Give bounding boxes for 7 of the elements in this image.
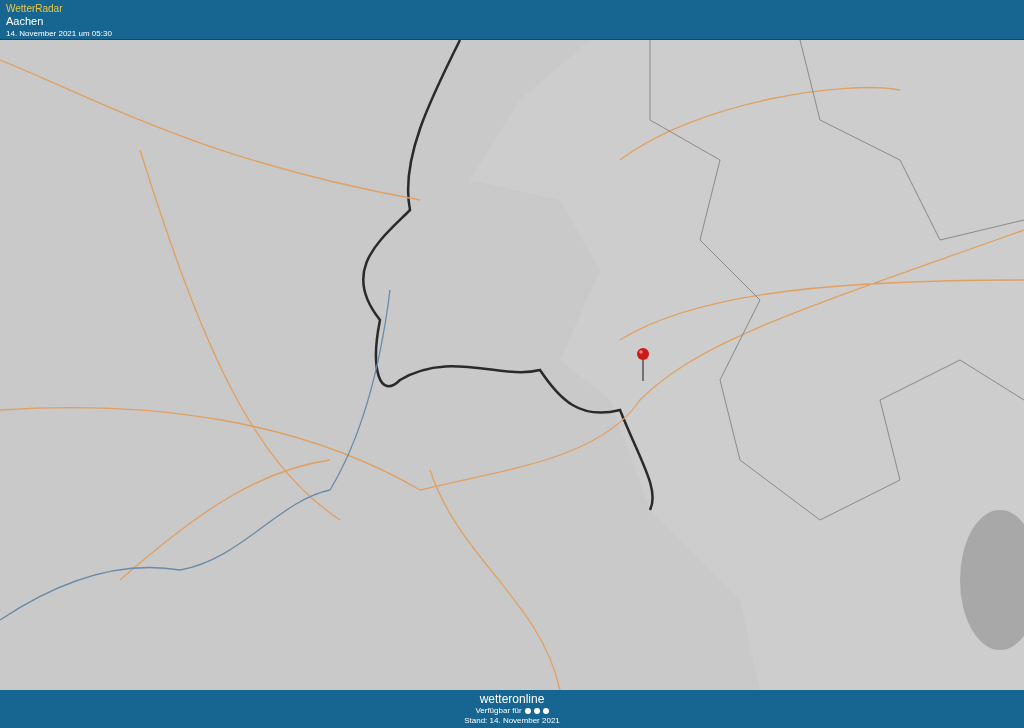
timestamp: 14. November 2021 um 05:30 — [6, 28, 112, 39]
app-title: WetterRadar — [6, 3, 63, 15]
map-pin-icon — [636, 347, 650, 381]
brand-logo: wetteronline — [479, 692, 545, 706]
location-title: Aachen — [6, 15, 44, 28]
stand-date: Stand: 14. November 2021 — [464, 716, 560, 726]
availability-label: Verfügbar für — [475, 706, 522, 716]
